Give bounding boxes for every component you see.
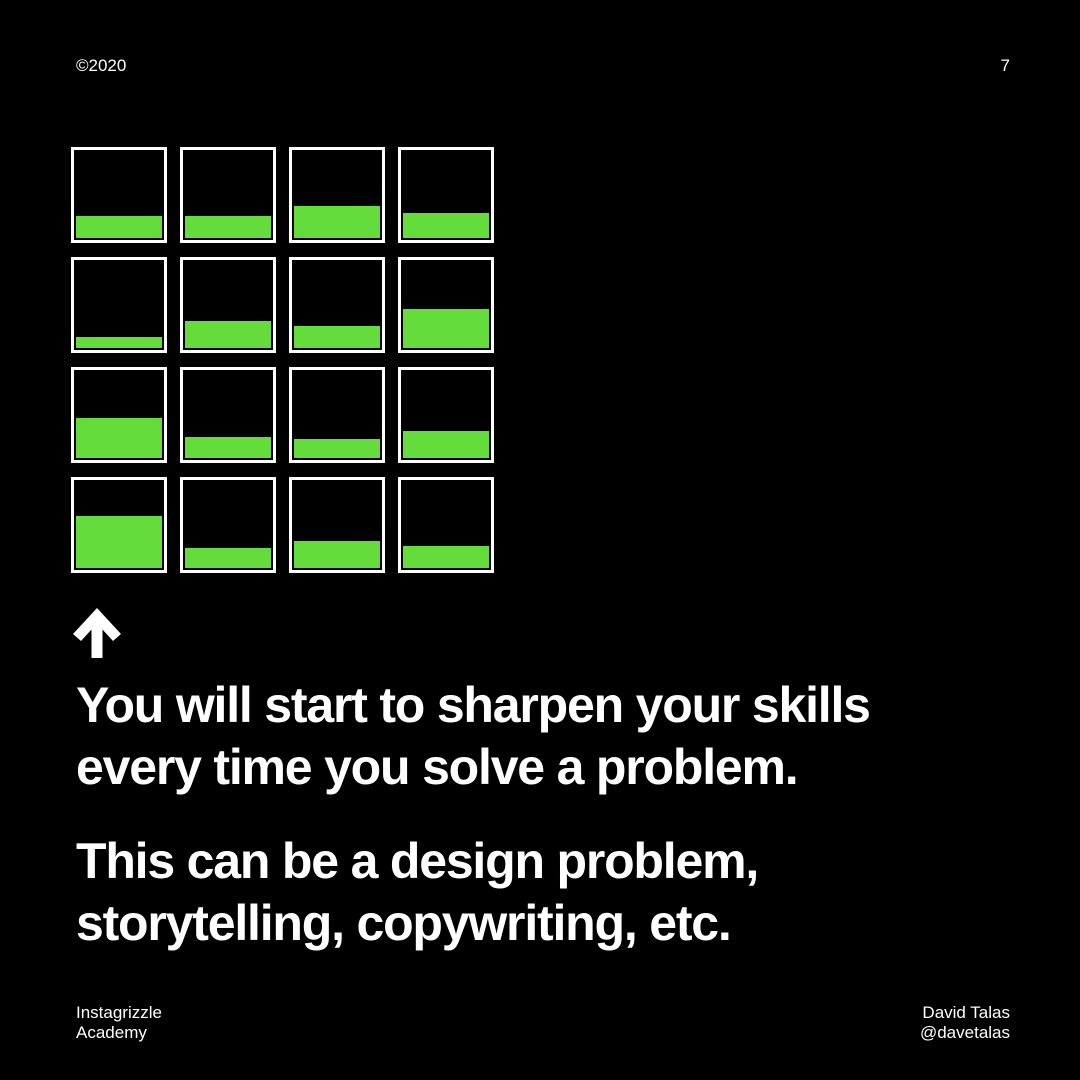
progress-cell — [289, 257, 385, 353]
headline-line: every time you solve a problem. — [76, 739, 799, 795]
progress-cell — [289, 477, 385, 573]
progress-fill — [294, 439, 380, 458]
progress-cell — [398, 257, 494, 353]
progress-cell — [398, 477, 494, 573]
progress-fill — [185, 215, 271, 238]
footer-author: David Talas @davetalas — [920, 1003, 1010, 1043]
footer-brand-line: Academy — [76, 1023, 147, 1042]
progress-cell — [180, 147, 276, 243]
progress-grid — [71, 147, 495, 575]
progress-fill — [294, 326, 380, 348]
progress-fill — [76, 515, 162, 568]
progress-cell — [71, 367, 167, 463]
progress-fill — [403, 546, 489, 568]
footer-brand-line: Instagrizzle — [76, 1003, 162, 1022]
progress-cell — [71, 147, 167, 243]
subline: This can be a design problem, storytelli… — [76, 830, 1036, 954]
footer-author-handle: @davetalas — [919, 1023, 1010, 1042]
progress-fill — [294, 205, 380, 238]
progress-fill — [403, 212, 489, 238]
headline-line: You will start to sharpen your skills — [76, 677, 871, 733]
progress-fill — [185, 321, 271, 348]
progress-cell — [71, 257, 167, 353]
progress-cell — [289, 367, 385, 463]
headline: You will start to sharpen your skills ev… — [76, 674, 1036, 798]
progress-fill — [294, 541, 380, 568]
progress-cell — [180, 477, 276, 573]
progress-fill — [76, 215, 162, 238]
progress-cell — [398, 367, 494, 463]
progress-cell — [398, 147, 494, 243]
subline-line: storytelling, copywriting, etc. — [76, 895, 732, 951]
progress-fill — [403, 309, 489, 348]
progress-cell — [180, 257, 276, 353]
progress-cell — [180, 367, 276, 463]
arrow-up-icon — [73, 608, 121, 658]
page-number: 7 — [1000, 56, 1010, 75]
progress-fill — [185, 437, 271, 458]
progress-fill — [185, 548, 271, 568]
progress-fill — [76, 417, 162, 458]
subline-line: This can be a design problem, — [76, 833, 759, 889]
progress-fill — [76, 337, 162, 348]
copyright-label: ©2020 — [76, 56, 127, 75]
footer-brand: Instagrizzle Academy — [76, 1003, 162, 1043]
progress-cell — [289, 147, 385, 243]
progress-cell — [71, 477, 167, 573]
progress-fill — [403, 431, 489, 458]
footer-author-name: David Talas — [922, 1003, 1010, 1022]
